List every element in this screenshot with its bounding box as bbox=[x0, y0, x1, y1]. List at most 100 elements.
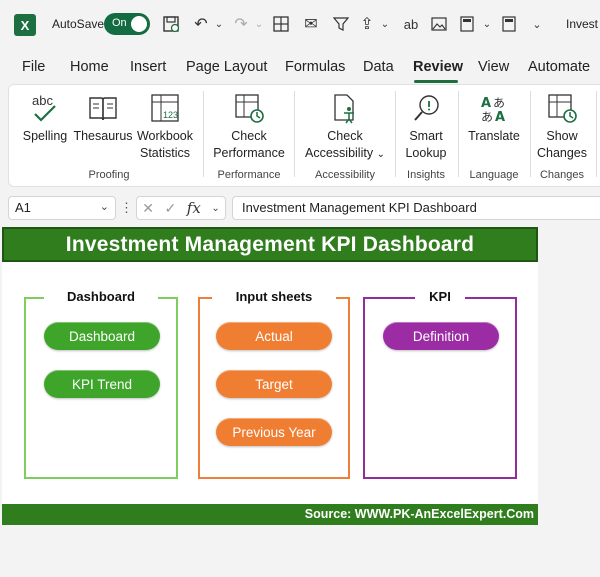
svg-text:あ: あ bbox=[493, 96, 505, 110]
dashboard-button[interactable]: Dashboard bbox=[44, 322, 160, 350]
tab-insert[interactable]: Insert bbox=[130, 59, 166, 75]
dashboard-banner: Investment Management KPI Dashboard bbox=[2, 227, 538, 262]
tab-review[interactable]: Review bbox=[413, 59, 463, 75]
excel-logo-icon: X bbox=[14, 14, 36, 36]
tab-home[interactable]: Home bbox=[70, 59, 109, 75]
show-changes-button[interactable]: Show Changes bbox=[533, 91, 591, 162]
calculator-icon[interactable] bbox=[456, 13, 478, 35]
check-performance-label-1: Check bbox=[231, 129, 267, 143]
target-button[interactable]: Target bbox=[216, 370, 332, 398]
save-icon[interactable] bbox=[160, 13, 182, 35]
smart-lookup-label-1: Smart bbox=[409, 129, 443, 143]
autosave-toggle[interactable]: On bbox=[104, 13, 150, 35]
show-changes-label-2: Changes bbox=[536, 146, 588, 160]
panel-title: Input sheets bbox=[235, 289, 313, 304]
tab-automate[interactable]: Automate bbox=[528, 59, 590, 75]
cancel-icon[interactable]: ✕ bbox=[142, 200, 154, 217]
picture-icon[interactable] bbox=[428, 13, 450, 35]
check-performance-icon bbox=[209, 91, 289, 125]
check-performance-label-2: Performance bbox=[213, 146, 285, 160]
group-changes: Changes bbox=[539, 169, 585, 181]
group-performance: Performance bbox=[217, 169, 281, 181]
ribbon-separator bbox=[395, 91, 396, 177]
filter-icon[interactable] bbox=[330, 13, 352, 35]
tab-page-layout[interactable]: Page Layout bbox=[186, 59, 267, 75]
calculator-icon-2[interactable] bbox=[498, 13, 520, 35]
translate-button[interactable]: AああA Translate bbox=[463, 91, 525, 145]
spelling-qa-icon[interactable]: ab bbox=[400, 13, 422, 35]
group-accessibility: Accessibility bbox=[315, 169, 375, 181]
share-dropdown-icon[interactable]: ⌄ bbox=[374, 13, 396, 35]
check-performance-button[interactable]: Check Performance bbox=[209, 91, 289, 162]
check-accessibility-button[interactable]: Check Accessibility ⌄ bbox=[301, 91, 389, 163]
thesaurus-button[interactable]: Thesaurus bbox=[71, 91, 135, 145]
redo-dropdown-icon[interactable]: ⌄ bbox=[248, 13, 270, 35]
tab-file[interactable]: File bbox=[22, 59, 45, 75]
definition-button[interactable]: Definition bbox=[383, 322, 499, 350]
panel-title: Dashboard bbox=[67, 289, 135, 304]
ribbon-separator bbox=[203, 91, 204, 177]
tab-data[interactable]: Data bbox=[363, 59, 394, 75]
tab-formulas[interactable]: Formulas bbox=[285, 59, 345, 75]
insert-function-icon[interactable]: fx bbox=[187, 199, 201, 217]
dashboard-footer: Source: WWW.PK-AnExcelExpert.Com bbox=[2, 504, 538, 525]
email-icon[interactable]: ✉ bbox=[300, 13, 322, 35]
spelling-button[interactable]: abc Spelling bbox=[19, 91, 71, 145]
spelling-label: Spelling bbox=[22, 129, 68, 143]
calculator-dropdown-icon[interactable]: ⌄ bbox=[476, 13, 498, 35]
workbook-statistics-icon: 123 bbox=[133, 91, 197, 125]
svg-text:A: A bbox=[495, 110, 505, 124]
ribbon-separator bbox=[530, 91, 531, 177]
chevron-down-icon[interactable]: ⌄ bbox=[211, 203, 219, 214]
banner-title: Investment Management KPI Dashboard bbox=[65, 232, 475, 256]
ribbon-tabs: File Home Insert Page Layout Formulas Da… bbox=[0, 55, 600, 83]
svg-text:A: A bbox=[481, 96, 491, 111]
chevron-down-icon[interactable]: ⌄ bbox=[100, 200, 109, 213]
svg-text:abc: abc bbox=[32, 93, 53, 108]
undo-dropdown-icon[interactable]: ⌄ bbox=[208, 13, 230, 35]
translate-icon: AああA bbox=[463, 91, 525, 125]
panel-dashboard: Dashboard Dashboard KPI Trend bbox=[24, 289, 178, 479]
check-accessibility-label-1: Check bbox=[327, 129, 363, 143]
customize-qat-icon[interactable]: ⌄ bbox=[526, 13, 548, 35]
formula-actions: ✕ ✓ fx ⌄ bbox=[136, 196, 226, 220]
autosave-state: On bbox=[112, 17, 127, 29]
ribbon-separator bbox=[294, 91, 295, 177]
formula-bar: A1 ⌄ ⋮ ✕ ✓ fx ⌄ Investment Management KP… bbox=[0, 192, 600, 224]
panel-title: KPI bbox=[429, 289, 451, 304]
enter-icon[interactable]: ✓ bbox=[165, 200, 177, 217]
smart-lookup-button[interactable]: Smart Lookup bbox=[399, 91, 453, 162]
autosave-label: AutoSave bbox=[52, 17, 105, 31]
borders-icon[interactable] bbox=[270, 13, 292, 35]
workbook-statistics-button[interactable]: 123 Workbook Statistics bbox=[133, 91, 197, 162]
check-accessibility-label-2: Accessibility ⌄ bbox=[305, 146, 385, 160]
more-options-icon[interactable]: ⋮ bbox=[120, 200, 133, 216]
kpi-trend-button[interactable]: KPI Trend bbox=[44, 370, 160, 398]
name-box[interactable]: A1 ⌄ bbox=[8, 196, 116, 220]
translate-label: Translate bbox=[468, 129, 520, 143]
spelling-icon: abc bbox=[19, 91, 71, 125]
group-language: Language bbox=[469, 169, 519, 181]
worksheet[interactable]: Investment Management KPI Dashboard Dash… bbox=[0, 227, 600, 577]
dashboard-area: Investment Management KPI Dashboard Dash… bbox=[2, 227, 538, 525]
show-changes-label-1: Show bbox=[546, 129, 578, 143]
actual-button[interactable]: Actual bbox=[216, 322, 332, 350]
svg-text:123: 123 bbox=[163, 110, 178, 120]
panel-input-sheets: Input sheets Actual Target Previous Year bbox=[198, 289, 350, 479]
workbook-statistics-label-1: Workbook bbox=[136, 129, 194, 143]
accessibility-icon bbox=[301, 91, 389, 125]
ribbon-separator bbox=[596, 91, 597, 177]
formula-input[interactable]: Investment Management KPI Dashboard bbox=[232, 196, 600, 220]
window-title: Invest bbox=[566, 17, 599, 31]
toggle-knob bbox=[131, 16, 147, 32]
tab-view[interactable]: View bbox=[478, 59, 509, 75]
svg-text:あ: あ bbox=[481, 110, 493, 124]
panel-kpi: KPI Definition bbox=[363, 289, 517, 479]
title-bar: X AutoSave On ↶ ⌄ ↷ ⌄ ✉ ⇪ ⌄ ab ⌄ ⌄ Inves… bbox=[0, 0, 600, 50]
workbook-statistics-label-2: Statistics bbox=[139, 146, 190, 160]
previous-year-button[interactable]: Previous Year bbox=[216, 418, 332, 446]
smart-lookup-label-2: Lookup bbox=[405, 146, 447, 160]
lightbulb-icon bbox=[399, 91, 453, 125]
ribbon-separator bbox=[458, 91, 459, 177]
footer-source: Source: WWW.PK-AnExcelExpert.Com bbox=[304, 507, 534, 521]
